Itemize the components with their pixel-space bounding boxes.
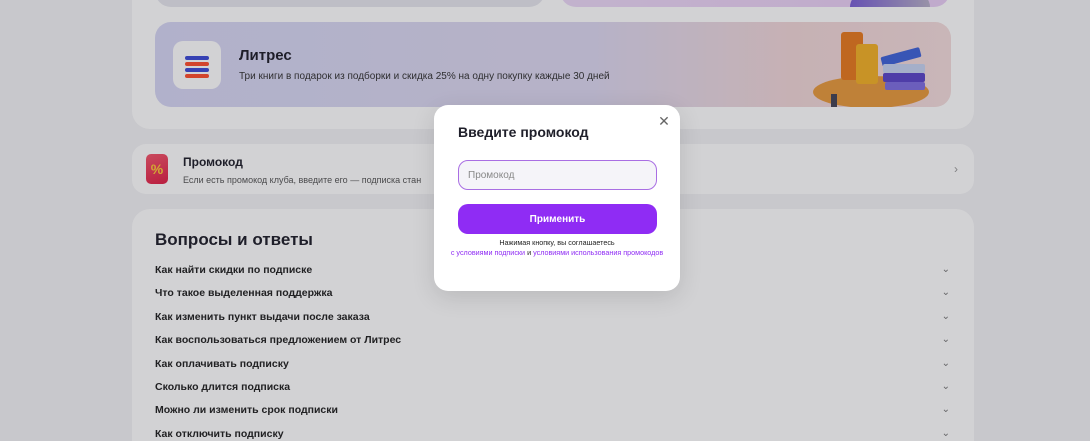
close-icon[interactable]: ✕ <box>656 113 672 129</box>
terms-text: Нажимая кнопку, вы соглашаетесь с услови… <box>448 238 666 258</box>
apply-button[interactable]: Применить <box>458 204 657 234</box>
dialog-title: Введите промокод <box>458 124 589 140</box>
promo-code-dialog: Введите промокод ✕ Применить Нажимая кно… <box>434 105 680 291</box>
promo-terms-link[interactable]: условиями использования промокодов <box>533 248 663 257</box>
terms-prefix: Нажимая кнопку, вы соглашаетесь <box>499 238 615 247</box>
terms-and: и <box>527 248 532 257</box>
subscription-terms-link[interactable]: с условиями подписки <box>451 248 525 257</box>
page-background: Литрес Три книги в подарок из подборки и… <box>0 0 1090 441</box>
promo-code-input[interactable] <box>458 160 657 190</box>
